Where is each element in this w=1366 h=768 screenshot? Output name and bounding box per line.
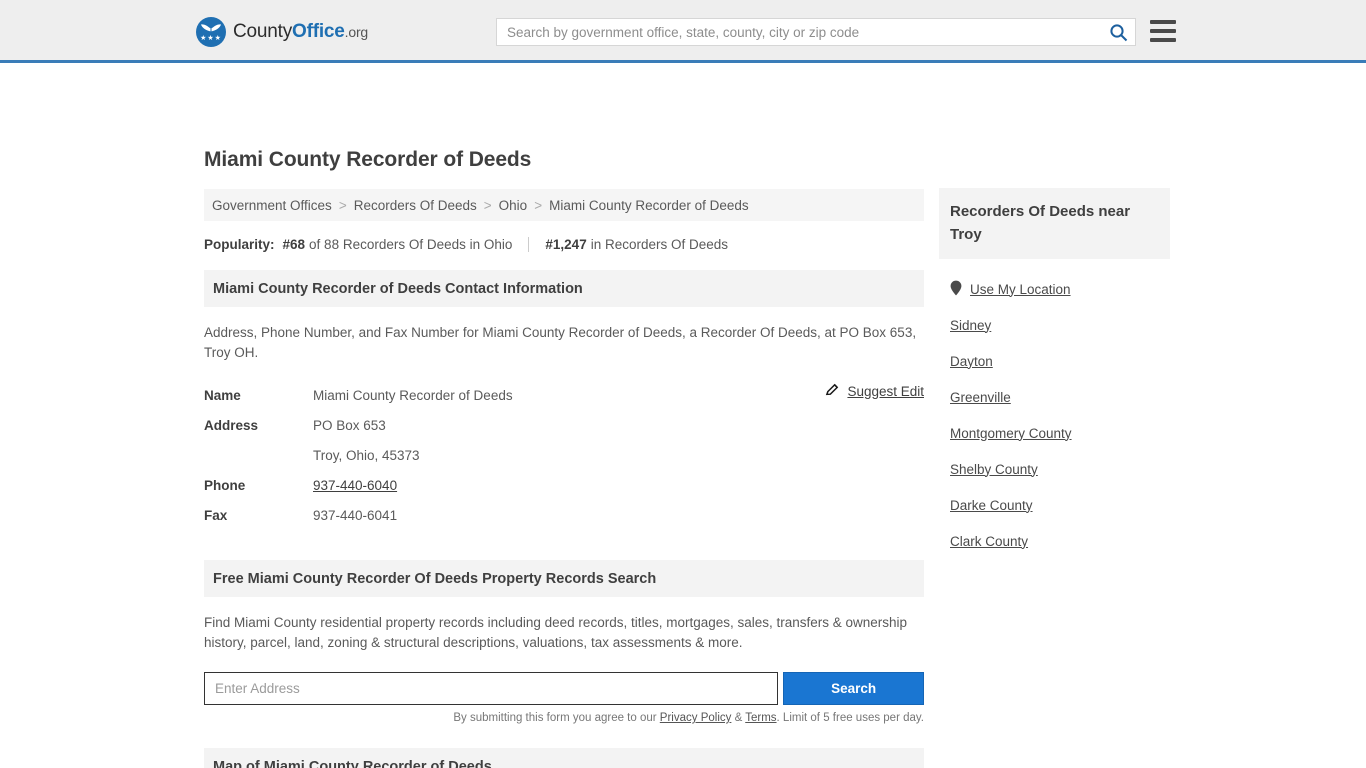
suggest-edit-control[interactable]: Suggest Edit	[825, 382, 924, 400]
table-row: Name Miami County Recorder of Deeds	[204, 381, 924, 411]
main-column: Miami County Recorder of Deeds Governmen…	[204, 148, 924, 768]
popularity-row: Popularity: #68 of 88 Recorders Of Deeds…	[204, 237, 924, 252]
contact-section-heading: Miami County Recorder of Deeds Contact I…	[204, 270, 924, 307]
sidebar-item-label[interactable]: Dayton	[950, 354, 993, 369]
privacy-policy-link[interactable]: Privacy Policy	[660, 712, 732, 724]
hamburger-menu-icon[interactable]	[1150, 20, 1176, 42]
terms-link[interactable]: Terms	[745, 712, 776, 724]
popularity-state-rank: #68	[282, 237, 306, 252]
sidebar-item-label[interactable]: Montgomery County	[950, 426, 1072, 441]
sidebar-list: Use My Location Sidney Dayton Greenville…	[939, 271, 1170, 559]
logo-wordmark: CountyOffice.org	[233, 21, 368, 43]
sidebar-item-clark-county[interactable]: Clark County	[939, 523, 1170, 559]
table-row: Phone 937-440-6040	[204, 471, 924, 501]
use-my-location-link[interactable]: Use My Location	[970, 282, 1071, 297]
contact-row-value-phone[interactable]: 937-440-6040	[313, 471, 397, 501]
contact-row-value: Miami County Recorder of Deeds	[313, 388, 513, 403]
property-records-search-form: Search	[204, 672, 924, 705]
popularity-overall-rank: #1,247	[545, 237, 587, 252]
site-header: ★★★ CountyOffice.org	[0, 0, 1366, 63]
edit-pencil-icon	[825, 382, 840, 400]
map-section-heading: Map of Miami County Recorder of Deeds	[204, 748, 924, 768]
table-row: Troy, Ohio, 45373	[204, 441, 924, 471]
breadcrumb-separator: >	[534, 197, 543, 213]
logo-text-org: .org	[344, 24, 369, 40]
breadcrumb-separator: >	[483, 197, 492, 213]
sidebar-item-label[interactable]: Clark County	[950, 534, 1028, 549]
sidebar-item-montgomery-county[interactable]: Montgomery County	[939, 415, 1170, 451]
table-row: Address PO Box 653	[204, 411, 924, 441]
contact-row-label: Address	[204, 418, 259, 433]
contact-row-value: PO Box 653	[313, 418, 386, 433]
phone-link[interactable]: 937-440-6040	[313, 478, 397, 493]
sidebar-item-label[interactable]: Shelby County	[950, 462, 1038, 477]
table-row: Fax 937-440-6041	[204, 501, 924, 531]
popularity-state-suffix: of 88 Recorders Of Deeds in Ohio	[309, 237, 513, 252]
sidebar-item-darke-county[interactable]: Darke County	[939, 487, 1170, 523]
search-input[interactable]	[497, 19, 1101, 45]
sidebar-item-shelby-county[interactable]: Shelby County	[939, 451, 1170, 487]
breadcrumb-item-current: Miami County Recorder of Deeds	[549, 197, 749, 213]
disclaimer-amp: &	[731, 712, 746, 724]
address-input[interactable]	[204, 672, 779, 705]
breadcrumb-item-ohio[interactable]: Ohio	[499, 198, 528, 213]
contact-section-description: Address, Phone Number, and Fax Number fo…	[204, 325, 917, 360]
site-logo[interactable]: ★★★ CountyOffice.org	[196, 17, 368, 47]
disclaimer-pre: By submitting this form you agree to our	[453, 712, 660, 724]
popularity-label: Popularity:	[204, 237, 275, 252]
sidebar-item-label[interactable]: Greenville	[950, 390, 1011, 405]
contact-row-value: 937-440-6041	[313, 508, 398, 523]
sidebar-heading: Recorders Of Deeds near Troy	[939, 188, 1170, 259]
logo-text-county: County	[233, 21, 293, 42]
page-title: Miami County Recorder of Deeds	[204, 148, 532, 171]
eagle-shield-logo-icon: ★★★	[196, 17, 226, 47]
popularity-overall-suffix: in Recorders Of Deeds	[590, 237, 729, 252]
popularity-divider	[528, 237, 530, 252]
sidebar-item-label[interactable]: Darke County	[950, 498, 1033, 513]
disclaimer-post: . Limit of 5 free uses per day.	[776, 712, 924, 724]
hamburger-bar	[1150, 20, 1176, 24]
records-section-heading: Free Miami County Recorder Of Deeds Prop…	[204, 560, 924, 597]
sidebar-item-label[interactable]: Sidney	[950, 318, 991, 333]
search-button[interactable]: Search	[783, 672, 924, 705]
nearby-sidebar: Recorders Of Deeds near Troy Use My Loca…	[939, 188, 1170, 559]
suggest-edit-link[interactable]: Suggest Edit	[847, 384, 924, 399]
logo-text-office: Office	[292, 21, 345, 42]
contact-details-table: Suggest Edit Name Miami County Recorder …	[204, 381, 924, 531]
contact-row-value: Troy, Ohio, 45373	[313, 448, 420, 463]
page-body: Miami County Recorder of Deeds Governmen…	[0, 63, 1366, 768]
form-disclaimer: By submitting this form you agree to our…	[204, 712, 924, 724]
breadcrumb-item-recorders-of-deeds[interactable]: Recorders Of Deeds	[354, 198, 477, 213]
contact-row-label: Name	[204, 388, 241, 403]
hamburger-bar	[1150, 38, 1176, 42]
breadcrumb-separator: >	[338, 197, 347, 213]
sidebar-item-greenville[interactable]: Greenville	[939, 379, 1170, 415]
map-pin-icon	[950, 280, 962, 299]
hamburger-bar	[1150, 29, 1176, 33]
records-section-description: Find Miami County residential property r…	[204, 615, 908, 650]
contact-row-label: Phone	[204, 478, 246, 493]
sidebar-item-use-my-location[interactable]: Use My Location	[939, 271, 1170, 307]
sidebar-item-sidney[interactable]: Sidney	[939, 307, 1170, 343]
global-search-box[interactable]	[496, 18, 1136, 46]
breadcrumb-item-government-offices[interactable]: Government Offices	[212, 198, 332, 213]
contact-row-label	[204, 441, 313, 471]
logo-stars: ★★★	[200, 35, 222, 42]
sidebar-item-dayton[interactable]: Dayton	[939, 343, 1170, 379]
search-icon[interactable]	[1101, 23, 1135, 42]
breadcrumb: Government Offices > Recorders Of Deeds …	[204, 189, 924, 221]
contact-row-label: Fax	[204, 508, 228, 523]
